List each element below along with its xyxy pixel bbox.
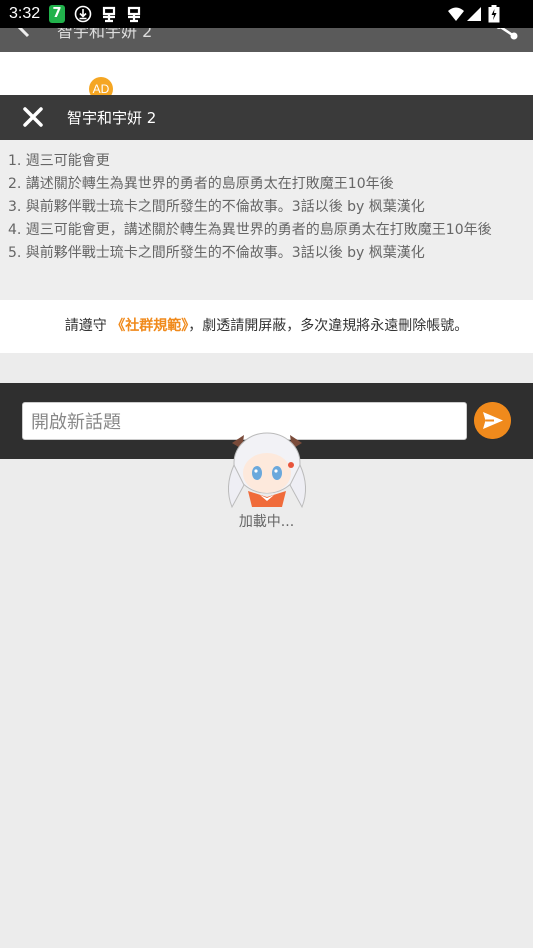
debug-icon xyxy=(102,6,116,23)
ad-banner[interactable] xyxy=(0,52,533,95)
description-line: 1. 週三可能會更 xyxy=(8,153,110,169)
page-header: 智宇和宇妍 2 xyxy=(0,28,533,52)
status-bar: 3:32 7 xyxy=(0,0,533,28)
loading-text: 加載中... xyxy=(238,514,295,530)
send-button[interactable] xyxy=(474,402,511,439)
topic-description: 1. 週三可能會更 2. 講述關於轉生為異世界的勇者的島原勇太在打敗魔王10年後… xyxy=(0,140,533,300)
wifi-icon xyxy=(448,7,464,21)
signal-icon xyxy=(467,7,481,21)
description-line: 2. 講述關於轉生為異世界的勇者的島原勇太在打敗魔王10年後 xyxy=(8,176,394,192)
share-icon[interactable] xyxy=(494,28,520,42)
download-icon xyxy=(74,5,92,23)
back-arrow-icon[interactable] xyxy=(14,28,34,38)
community-guidelines-link[interactable]: 《社群規範》 xyxy=(111,318,188,334)
description-line: 4. 週三可能會更，講述關於轉生為異世界的勇者的島原勇太在打敗魔王10年後 xyxy=(8,222,492,238)
rules-prefix: 請遵守 xyxy=(64,318,112,334)
app-notification-icon: 7 xyxy=(49,5,65,23)
topic-header: 智宇和宇妍 2 xyxy=(0,95,533,140)
community-rules-notice: 請遵守 《社群規範》，劇透請開屏蔽，多次違規將永遠刪除帳號。 xyxy=(0,300,533,353)
description-line: 3. 與前夥伴戰士琉卡之間所發生的不倫故事。3話以後 by 枫葉漢化 xyxy=(8,199,425,215)
status-time: 3:32 xyxy=(9,5,41,22)
rules-suffix: ，劇透請開屏蔽，多次違規將永遠刪除帳號。 xyxy=(188,318,469,334)
topic-title: 智宇和宇妍 2 xyxy=(67,109,157,127)
page-title: 智宇和宇妍 2 xyxy=(57,28,153,41)
battery-icon xyxy=(488,5,500,23)
description-line: 5. 與前夥伴戰士琉卡之間所發生的不倫故事。3話以後 by 枫葉漢化 xyxy=(8,245,425,261)
debug-icon xyxy=(127,6,141,23)
close-icon[interactable] xyxy=(22,106,44,128)
loading-mascot-icon xyxy=(228,432,306,509)
